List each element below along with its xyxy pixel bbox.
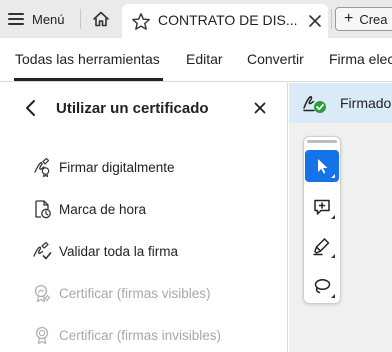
tool-validate-signature[interactable]: Validar toda la firma bbox=[32, 239, 178, 263]
menu-convert[interactable]: Convertir bbox=[247, 51, 304, 67]
expand-indicator bbox=[331, 254, 335, 258]
document-tab[interactable]: CONTRATO DE DIS... bbox=[122, 4, 328, 38]
validate-signature-icon bbox=[33, 241, 52, 260]
menu-button[interactable]: Menú bbox=[8, 8, 65, 30]
star-icon[interactable] bbox=[131, 12, 151, 32]
expand-indicator bbox=[331, 294, 335, 298]
signature-status-bar[interactable]: Firmado bbox=[289, 83, 392, 123]
tool-timestamp[interactable]: Marca de hora bbox=[32, 197, 146, 221]
menu-all-tools[interactable]: Todas las herramientas bbox=[15, 51, 160, 67]
expand-indicator bbox=[331, 215, 335, 219]
back-arrow-icon[interactable] bbox=[24, 98, 38, 118]
highlight-pen-icon bbox=[313, 238, 330, 256]
tool-label: Certificar (firmas visibles) bbox=[59, 285, 211, 301]
tool-digital-sign[interactable]: Firmar digitalmente bbox=[32, 155, 175, 179]
tool-label: Marca de hora bbox=[59, 201, 147, 217]
quick-tools-toolbar bbox=[303, 136, 341, 304]
certify-visible-icon bbox=[34, 284, 51, 303]
tool-label: Firmar digitalmente bbox=[59, 159, 175, 175]
hamburger-icon bbox=[8, 13, 24, 25]
tool-certify-visible[interactable]: Certificar (firmas visibles) bbox=[32, 281, 211, 305]
lasso-tool-button[interactable] bbox=[305, 270, 339, 302]
close-tab-icon[interactable] bbox=[308, 14, 322, 28]
close-panel-icon[interactable] bbox=[254, 102, 266, 114]
select-cursor-icon bbox=[318, 159, 328, 174]
menu-e-signature[interactable]: Firma elec bbox=[329, 51, 392, 67]
menu-bar: Todas las herramientas Editar Convertir … bbox=[0, 38, 392, 82]
panel-title: Utilizar un certificado bbox=[56, 100, 209, 117]
certificate-panel: Utilizar un certificado Firmar digitalme… bbox=[0, 83, 288, 352]
menu-edit[interactable]: Editar bbox=[186, 51, 223, 67]
expand-indicator bbox=[331, 174, 335, 178]
divider bbox=[80, 9, 81, 29]
signature-valid-icon bbox=[303, 96, 326, 113]
tool-label: Validar toda la firma bbox=[59, 243, 179, 259]
home-icon bbox=[93, 11, 109, 27]
digital-sign-icon bbox=[34, 157, 50, 177]
tool-certify-invisible[interactable]: Certificar (firmas invisibles) bbox=[32, 323, 221, 347]
lasso-icon bbox=[314, 278, 331, 294]
active-tab-indicator bbox=[14, 78, 163, 81]
plus-icon: + bbox=[344, 10, 354, 27]
document-tab-title: CONTRATO DE DIS... bbox=[158, 12, 298, 28]
divider bbox=[331, 9, 332, 29]
timestamp-icon bbox=[35, 200, 51, 219]
comment-tool-button[interactable] bbox=[305, 191, 339, 223]
tool-label: Certificar (firmas invisibles) bbox=[59, 327, 222, 343]
create-button[interactable]: + Crea bbox=[335, 7, 392, 31]
menu-label: Menú bbox=[32, 11, 65, 27]
highlight-tool-button[interactable] bbox=[305, 230, 339, 262]
toolbar-grip[interactable] bbox=[307, 140, 337, 143]
certify-invisible-icon bbox=[35, 326, 49, 345]
signature-status-label: Firmado bbox=[340, 95, 392, 111]
home-button[interactable] bbox=[87, 7, 115, 31]
tab-bar: Menú CONTRATO DE DIS... + Crea bbox=[0, 0, 392, 38]
create-label: Crea bbox=[359, 11, 388, 27]
select-tool-button[interactable] bbox=[305, 150, 339, 182]
document-area: Firmado bbox=[289, 83, 392, 352]
add-comment-icon bbox=[314, 199, 330, 215]
